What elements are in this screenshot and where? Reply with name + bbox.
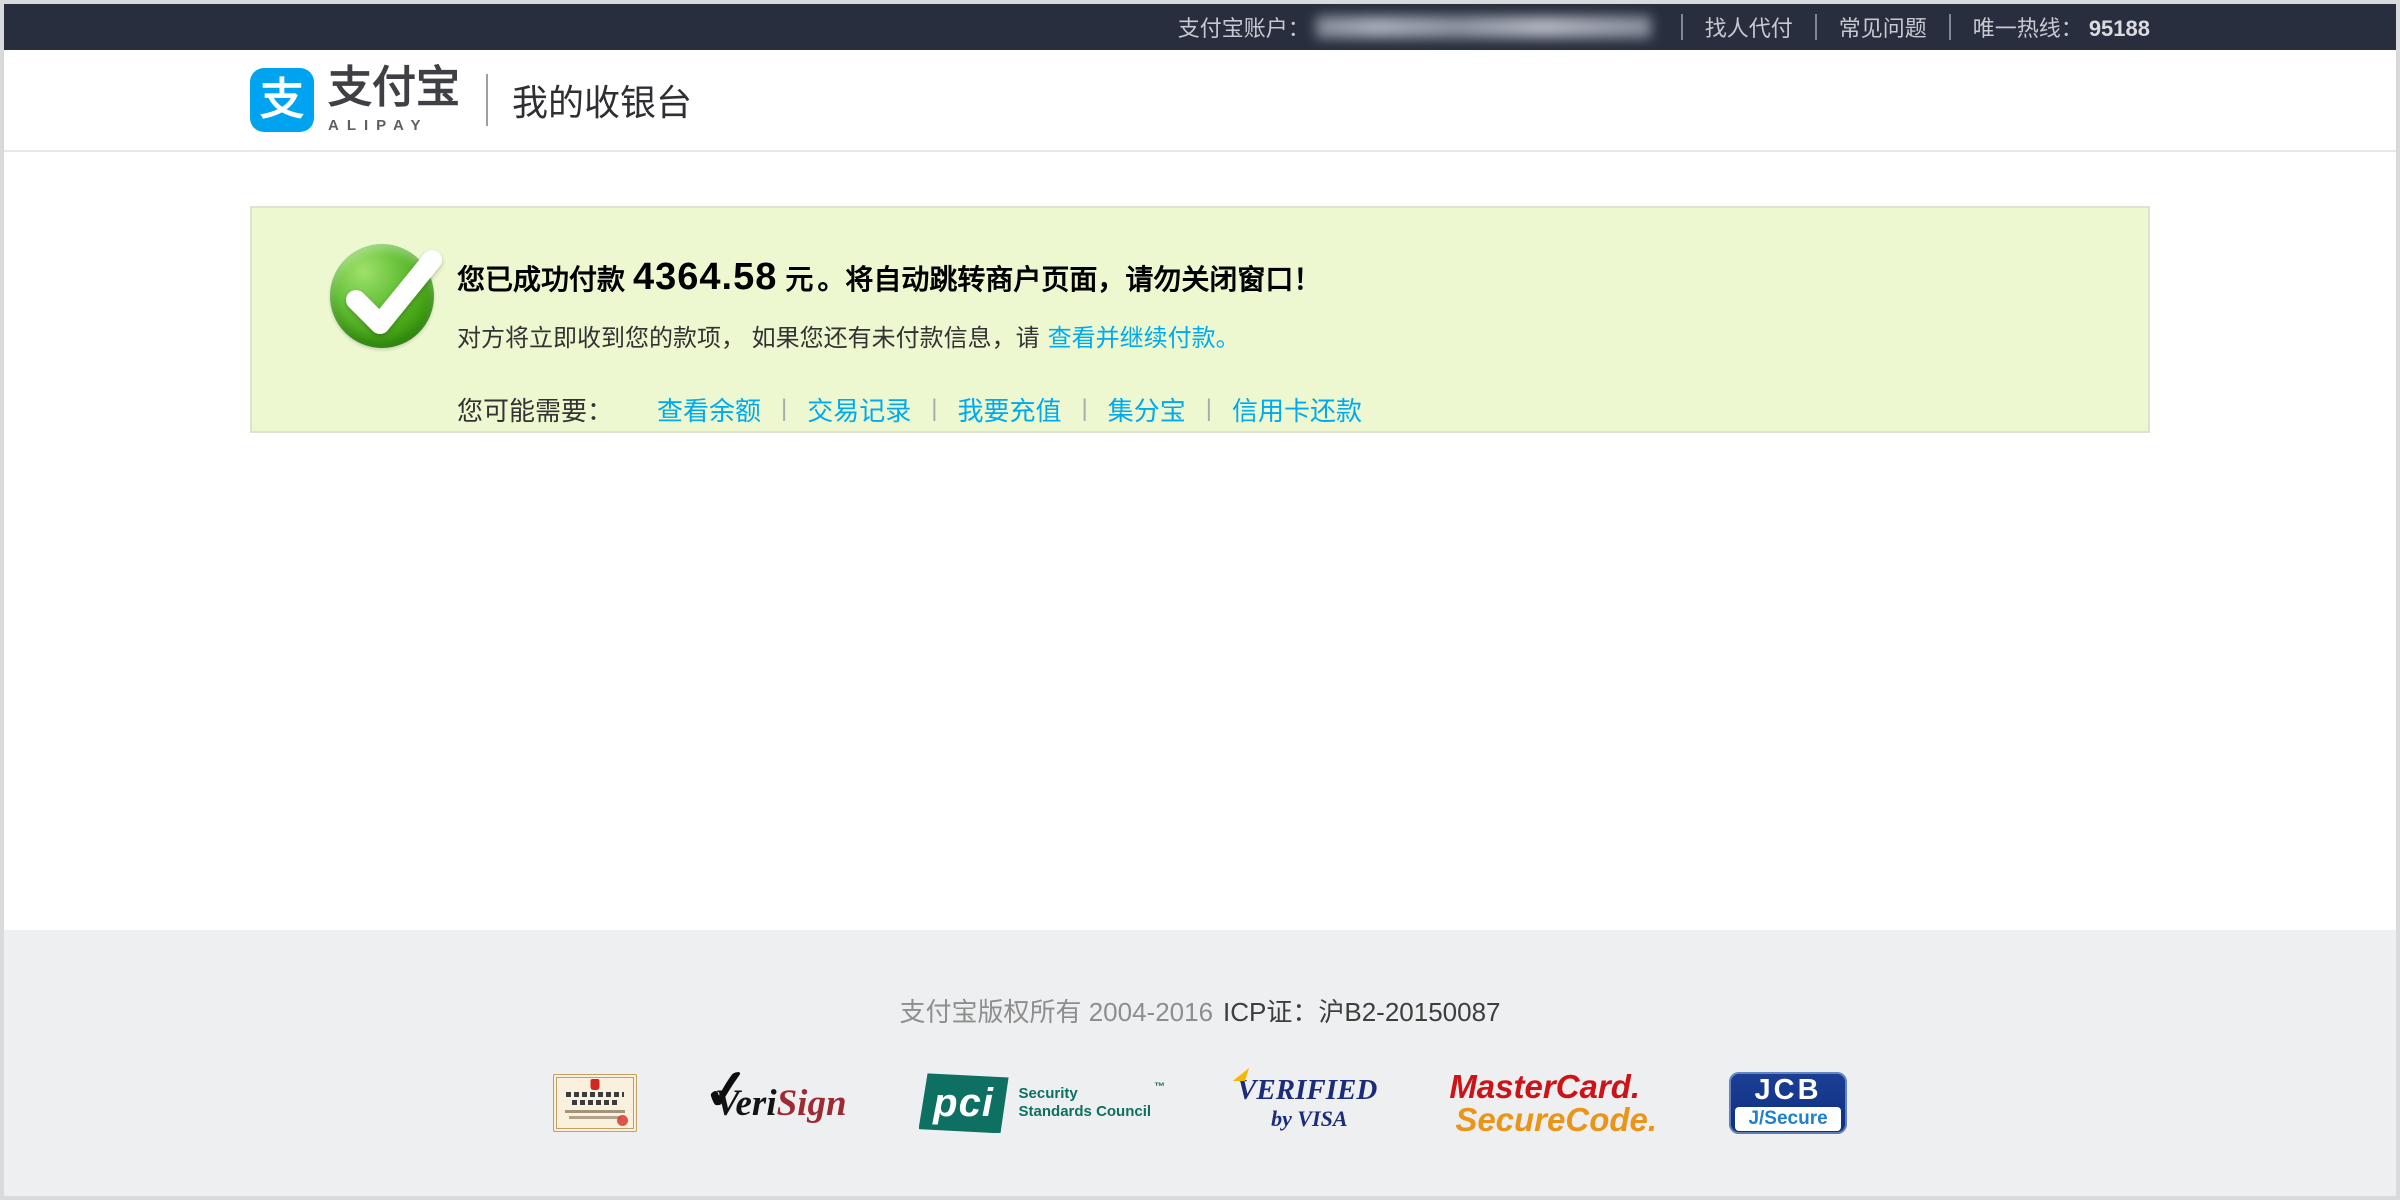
- mastercard-securecode-badge: MasterCard. SecureCode.: [1449, 1071, 1657, 1136]
- checkmark-glyph: [330, 234, 446, 350]
- success-message: 您已成功付款 4364.58 元。将自动跳转商户页面，请勿关闭窗口！: [457, 254, 2148, 302]
- alipay-cashier-page: 支付宝账户： 找人代付 常见问题 唯一热线：95188 支 支付宝 ALIPAY…: [0, 0, 2400, 1200]
- alipay-logo-glyph: 支: [260, 78, 304, 122]
- icp-license-link[interactable]: ICP证：沪B2-20150087: [1223, 997, 1500, 1027]
- quick-links-row: 您可能需要： 查看余额 | 交易记录 | 我要充值 | 集分宝 | 信用卡还款: [457, 391, 2148, 428]
- license-emblem-icon: [590, 1079, 599, 1090]
- verisign-check-icon: ✓: [701, 1056, 752, 1124]
- quick-link-separator: |: [1206, 395, 1212, 423]
- payment-amount: 4364.58: [633, 256, 777, 298]
- security-badges-row: ✓VeriSign pci Security Standards Council…: [4, 1071, 2396, 1136]
- success-prefix: 您已成功付款: [457, 264, 625, 295]
- topbar-divider: [1681, 14, 1683, 40]
- success-check-icon: [330, 244, 434, 348]
- topbar-divider: [1949, 14, 1951, 40]
- main-content: 您已成功付款 4364.58 元。将自动跳转商户页面，请勿关闭窗口！ 对方将立即收到…: [4, 152, 2396, 930]
- success-suffix: 。将自动跳转商户页面，请勿关闭窗口！: [817, 264, 1321, 295]
- quick-link-transactions[interactable]: 交易记录: [807, 391, 911, 428]
- quick-link-separator: |: [1082, 395, 1088, 423]
- quick-link-credit-card-repay[interactable]: 信用卡还款: [1232, 391, 1362, 428]
- subtext-body: 对方将立即收到您的款项， 如果您还有未付款信息，请: [457, 325, 1040, 352]
- pci-mark-icon: pci: [919, 1073, 1009, 1133]
- quick-link-recharge[interactable]: 我要充值: [958, 391, 1062, 428]
- topbar-divider: [1815, 14, 1817, 40]
- alipay-logo[interactable]: 支 支付宝 ALIPAY: [250, 66, 460, 134]
- view-continue-pay-link[interactable]: 查看并继续付款。: [1048, 325, 1240, 352]
- page-title: 我的收银台: [512, 74, 692, 126]
- hotline-number: 95188: [2089, 16, 2150, 41]
- pay-for-others-link[interactable]: 找人代付: [1705, 11, 1793, 43]
- account-value-blurred: [1316, 16, 1651, 38]
- payment-license-badge: [553, 1074, 637, 1132]
- faq-link[interactable]: 常见问题: [1839, 11, 1927, 43]
- quick-link-separator: |: [931, 395, 937, 423]
- pci-badge: pci Security Standards Council ™: [919, 1073, 1166, 1133]
- topbar: 支付宝账户： 找人代付 常见问题 唯一热线：95188: [4, 4, 2396, 50]
- maybe-need-label: 您可能需要：: [457, 391, 613, 428]
- verisign-badge: ✓VeriSign: [709, 1082, 847, 1125]
- brand-name-cn: 支付宝: [328, 66, 460, 110]
- copyright: 支付宝版权所有 2004-2016 ICP证：沪B2-20150087: [4, 930, 2396, 1029]
- jcb-jsecure-badge: JCB J/Secure: [1729, 1072, 1847, 1134]
- copyright-text: 支付宝版权所有 2004-2016: [899, 997, 1213, 1027]
- quick-link-jifenbao[interactable]: 集分宝: [1108, 391, 1186, 428]
- footer: 支付宝版权所有 2004-2016 ICP证：沪B2-20150087 ✓Veri…: [4, 930, 2396, 1196]
- verified-by-visa-badge: VERIFIED by VISA: [1237, 1076, 1377, 1130]
- header: 支 支付宝 ALIPAY 我的收银台: [4, 50, 2396, 152]
- quick-link-balance[interactable]: 查看余额: [657, 391, 761, 428]
- license-seal-icon: [617, 1115, 628, 1126]
- account-label: 支付宝账户：: [1178, 11, 1310, 43]
- quick-link-separator: |: [781, 395, 787, 423]
- success-banner: 您已成功付款 4364.58 元。将自动跳转商户页面，请勿关闭窗口！ 对方将立即收到…: [250, 206, 2150, 433]
- header-divider: [486, 74, 488, 126]
- brand-name-en: ALIPAY: [328, 117, 460, 134]
- alipay-logo-icon: 支: [250, 68, 314, 132]
- success-subtext: 对方将立即收到您的款项， 如果您还有未付款信息，请查看并继续付款。: [457, 318, 2148, 353]
- hotline: 唯一热线：95188: [1973, 11, 2150, 43]
- hotline-label: 唯一热线：: [1973, 16, 2083, 41]
- currency-unit: 元: [785, 264, 813, 295]
